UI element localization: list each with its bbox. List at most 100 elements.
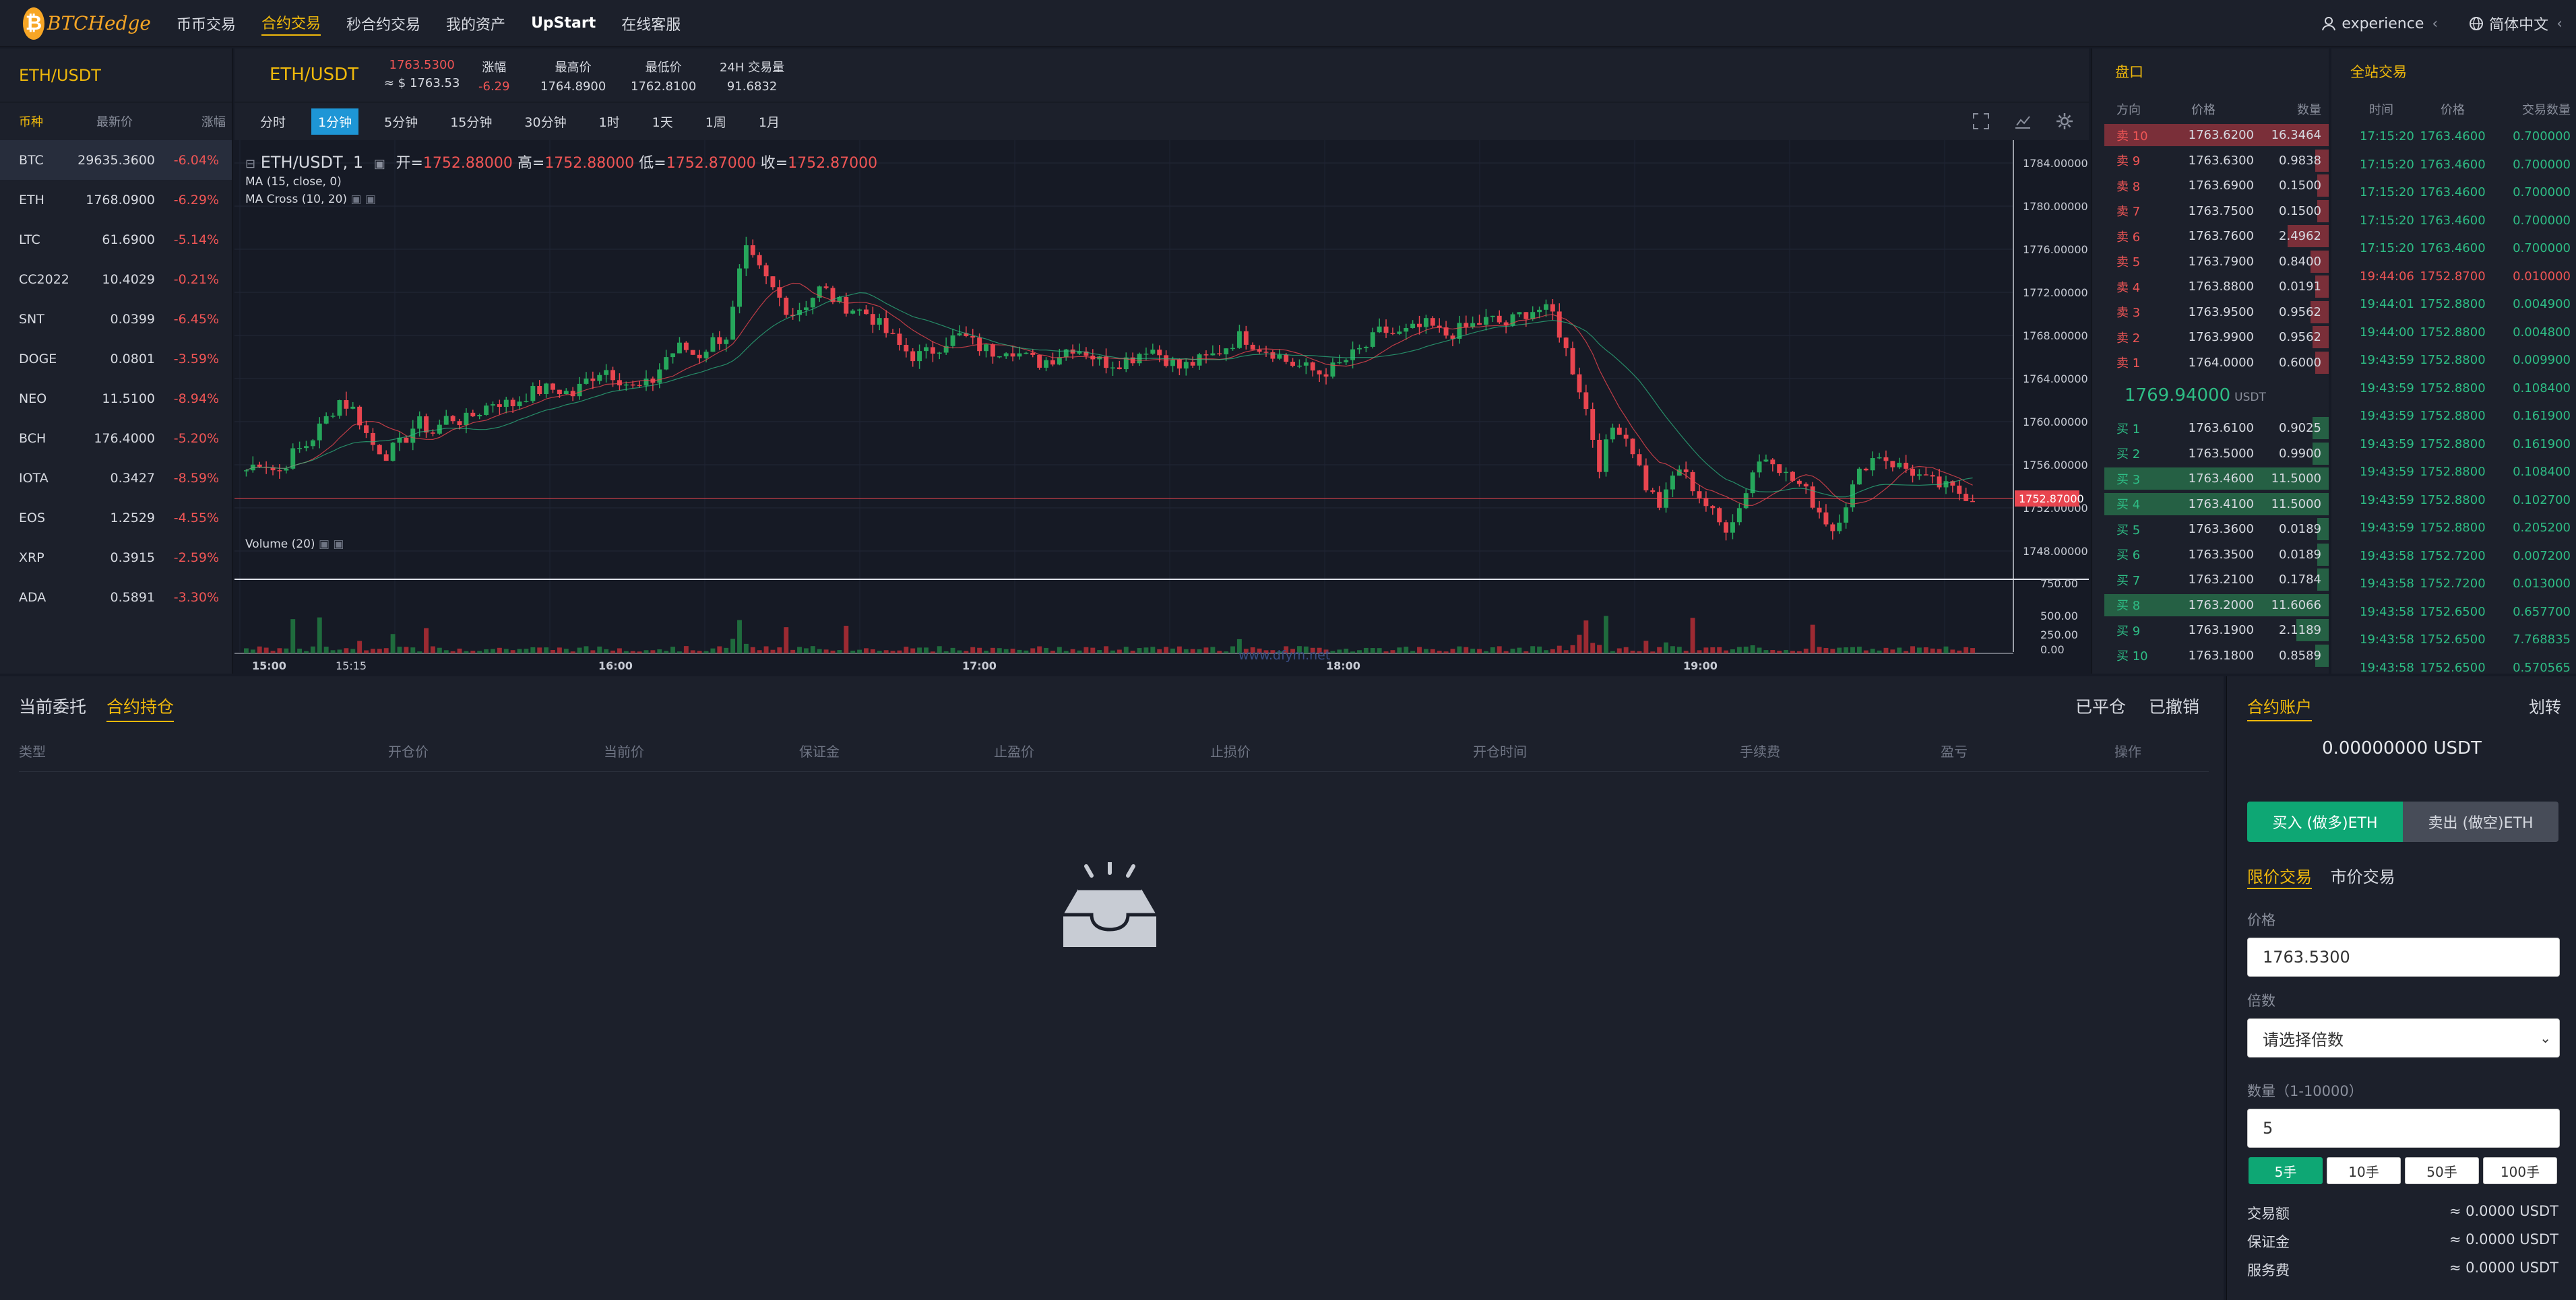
- logo[interactable]: ₿ BTCHedge: [23, 7, 151, 40]
- fullscreen-icon[interactable]: [1972, 112, 1990, 133]
- candle-body: [1683, 469, 1689, 472]
- volume-bar: [797, 647, 802, 653]
- trade-qty: 0.004800: [2513, 325, 2571, 339]
- tf-1min[interactable]: 1分钟: [311, 108, 359, 135]
- legend-ma[interactable]: MA (15, close, 0): [245, 175, 342, 189]
- bid-row[interactable]: 买 6 1763.3500 0.0189: [2092, 542, 2329, 568]
- market-row-btc[interactable]: BTC 29635.3600 -6.04%: [0, 140, 232, 180]
- quantity-input[interactable]: 5: [2247, 1109, 2560, 1148]
- legend-volume-toggle-icon[interactable]: ▣ ▣: [319, 538, 344, 551]
- market-row-ada[interactable]: ADA 0.5891 -3.30%: [0, 577, 232, 617]
- tf-15min[interactable]: 15分钟: [443, 108, 499, 135]
- bid-row[interactable]: 买 5 1763.3600 0.0189: [2092, 517, 2329, 542]
- volume-bar: [1724, 650, 1729, 653]
- candle-body: [917, 351, 922, 362]
- legend-eye-icon[interactable]: ▣: [374, 157, 385, 171]
- candle-body: [1523, 312, 1529, 319]
- tab-market-order[interactable]: 市价交易: [2331, 868, 2395, 886]
- legend-toggle-icon[interactable]: ▣ ▣: [350, 193, 376, 206]
- bid-row[interactable]: 买 2 1763.5000 0.9900: [2092, 441, 2329, 467]
- volume-bar: [390, 634, 396, 653]
- ask-row[interactable]: 卖 7 1763.7500 0.1500: [2092, 199, 2329, 224]
- market-row-eos[interactable]: EOS 1.2529 -4.55%: [0, 498, 232, 538]
- tf-5min[interactable]: 5分钟: [377, 108, 425, 135]
- ask-row[interactable]: 卖 6 1763.7600 2.4962: [2092, 224, 2329, 249]
- settings-gear-icon[interactable]: [2055, 112, 2074, 133]
- bid-row[interactable]: 买 10 1763.1800 0.8589: [2092, 643, 2329, 669]
- tf-1week[interactable]: 1周: [699, 108, 733, 135]
- chart-panel: ETH/USDT 1763.5300 ≈ $ 1763.53 涨幅 -6.29 …: [234, 48, 2089, 674]
- contract-account-tab[interactable]: 合约账户: [2247, 694, 2312, 721]
- tf-1month[interactable]: 1月: [752, 108, 786, 135]
- tf-1day[interactable]: 1天: [646, 108, 680, 135]
- ask-row[interactable]: 卖 5 1763.7900 0.8400: [2092, 249, 2329, 275]
- buy-long-button[interactable]: 买入 (做多)ETH: [2247, 802, 2403, 842]
- market-list-header: 币种 最新价 涨幅: [0, 102, 232, 140]
- order-qty: 2.4962: [2279, 229, 2321, 244]
- bid-row[interactable]: 买 1 1763.6100 0.9025: [2092, 416, 2329, 441]
- candle-body: [1263, 352, 1269, 353]
- language-selector[interactable]: 简体中文 ‹: [2469, 13, 2563, 34]
- price-chart[interactable]: 1784.00000 1780.00000 1776.00000 1772.00000…: [234, 140, 2089, 674]
- link-cancelled[interactable]: 已撤销: [2149, 697, 2199, 717]
- tab-contract-positions[interactable]: 合约持仓: [106, 694, 175, 722]
- nav-my-assets[interactable]: 我的资产: [446, 13, 505, 34]
- ask-row[interactable]: 卖 4 1763.8800 0.0191: [2092, 274, 2329, 300]
- legend-ma-cross[interactable]: MA Cross (10, 20) ▣ ▣: [245, 193, 376, 206]
- volume-bar: [1943, 646, 1949, 653]
- market-symbol: DOGE: [19, 351, 57, 366]
- link-closed[interactable]: 已平仓: [2075, 697, 2126, 717]
- legend-volume[interactable]: Volume (20) ▣ ▣: [245, 538, 344, 551]
- nav-upstart[interactable]: UpStart: [531, 15, 596, 32]
- lot-100[interactable]: 100手: [2483, 1157, 2557, 1184]
- header-change[interactable]: 涨幅: [155, 112, 226, 130]
- header-symbol[interactable]: 币种: [0, 112, 74, 130]
- transfer-link[interactable]: 划转: [2529, 694, 2561, 717]
- market-row-snt[interactable]: SNT 0.0399 -6.45%: [0, 299, 232, 339]
- order-direction: 卖 7: [2116, 205, 2141, 220]
- candle-body: [1830, 524, 1835, 531]
- indicator-icon[interactable]: [2013, 112, 2032, 133]
- ask-row[interactable]: 卖 10 1763.6200 16.3464: [2092, 123, 2329, 148]
- market-row-ltc[interactable]: LTC 61.6900 -5.14%: [0, 220, 232, 259]
- price-input[interactable]: 1763.5300: [2247, 938, 2560, 977]
- candle-body: [1190, 362, 1195, 366]
- collapse-icon[interactable]: ⊟: [245, 157, 255, 171]
- user-menu[interactable]: experience ‹: [2321, 15, 2438, 32]
- ask-row[interactable]: 卖 8 1763.6900 0.1500: [2092, 173, 2329, 199]
- nav-spot-trade[interactable]: 币币交易: [177, 13, 236, 34]
- market-row-iota[interactable]: IOTA 0.3427 -8.59%: [0, 458, 232, 498]
- bid-row[interactable]: 买 4 1763.4100 11.5000: [2092, 492, 2329, 517]
- sell-short-button[interactable]: 卖出 (做空)ETH: [2403, 802, 2558, 842]
- market-row-neo[interactable]: NEO 11.5100 -8.94%: [0, 379, 232, 418]
- tab-current-orders[interactable]: 当前委托: [19, 694, 86, 722]
- nav-online-support[interactable]: 在线客服: [621, 13, 681, 34]
- bid-row[interactable]: 买 9 1763.1900 2.1189: [2092, 618, 2329, 643]
- bid-row[interactable]: 买 3 1763.4600 11.5000: [2092, 466, 2329, 492]
- market-row-xrp[interactable]: XRP 0.3915 -2.59%: [0, 538, 232, 577]
- leverage-select[interactable]: 请选择倍数 ⌄: [2247, 1018, 2560, 1058]
- ticker-high: 最高价 1764.8900: [540, 58, 606, 94]
- bid-row[interactable]: 买 8 1763.2000 11.6066: [2092, 593, 2329, 618]
- lot-5[interactable]: 5手: [2249, 1157, 2323, 1184]
- lot-10[interactable]: 10手: [2327, 1157, 2401, 1184]
- market-row-cc2022[interactable]: CC2022 10.4029 -0.21%: [0, 259, 232, 299]
- bid-row[interactable]: 买 7 1763.2100 0.1784: [2092, 567, 2329, 593]
- market-row-doge[interactable]: DOGE 0.0801 -3.59%: [0, 339, 232, 379]
- ask-row[interactable]: 卖 9 1763.6300 0.9838: [2092, 148, 2329, 174]
- nav-contract-trade[interactable]: 合约交易: [261, 11, 321, 36]
- ask-row[interactable]: 卖 1 1764.0000 0.6000: [2092, 350, 2329, 376]
- tf-line[interactable]: 分时: [253, 108, 292, 135]
- candle-body: [484, 405, 489, 415]
- nav-second-contract[interactable]: 秒合约交易: [346, 13, 420, 34]
- market-row-eth[interactable]: ETH 1768.0900 -6.29%: [0, 180, 232, 220]
- ask-row[interactable]: 卖 3 1763.9500 0.9562: [2092, 300, 2329, 325]
- tf-30min[interactable]: 30分钟: [517, 108, 573, 135]
- lot-50[interactable]: 50手: [2405, 1157, 2479, 1184]
- tab-limit-order[interactable]: 限价交易: [2247, 868, 2312, 889]
- header-last-price[interactable]: 最新价: [74, 112, 155, 130]
- ask-row[interactable]: 卖 2 1763.9900 0.9562: [2092, 325, 2329, 350]
- market-row-bch[interactable]: BCH 176.4000 -5.20%: [0, 418, 232, 458]
- tf-1hour[interactable]: 1时: [592, 108, 627, 135]
- nav-right: experience ‹ 简体中文 ‹: [2290, 0, 2563, 47]
